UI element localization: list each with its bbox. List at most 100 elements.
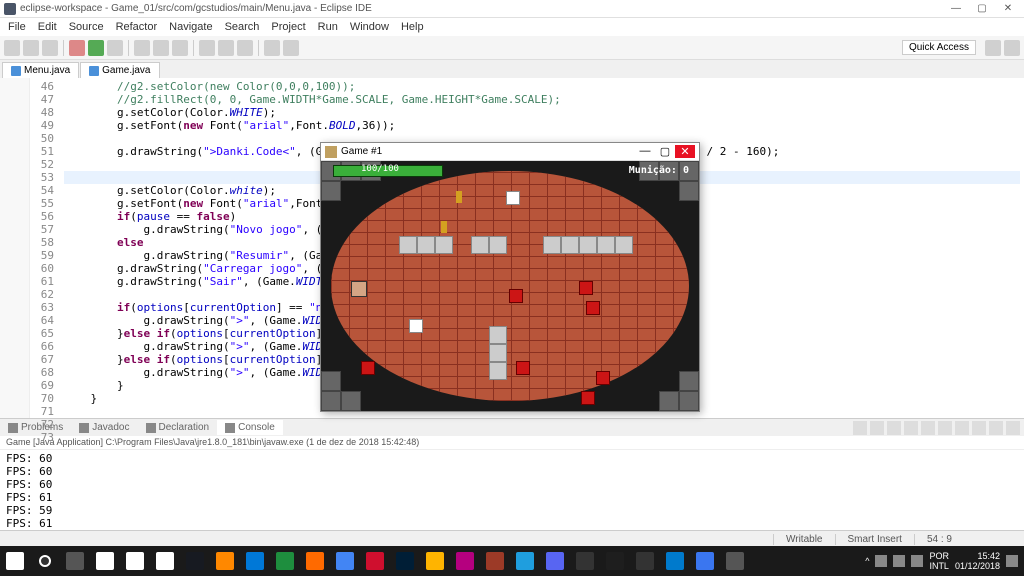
save-all-icon[interactable]: [42, 40, 58, 56]
open-console-icon[interactable]: [972, 421, 986, 435]
game-canvas[interactable]: 100/100 Munição: 0: [321, 161, 699, 411]
taskbar-app-10[interactable]: [390, 546, 420, 576]
tray-network-icon[interactable]: [911, 555, 923, 567]
open-type-icon[interactable]: [172, 40, 188, 56]
menu-help[interactable]: Help: [395, 19, 430, 35]
start-button[interactable]: [0, 546, 30, 576]
tab-game-java[interactable]: Game.java: [80, 62, 159, 78]
remove-launch-icon[interactable]: [870, 421, 884, 435]
taskbar-app-2[interactable]: [150, 546, 180, 576]
taskbar-app-6[interactable]: [270, 546, 300, 576]
separator: [63, 40, 64, 56]
window-controls: — ▢ ✕: [944, 2, 1020, 16]
tray-notifications-icon[interactable]: [1006, 555, 1018, 567]
taskbar-app-1[interactable]: [120, 546, 150, 576]
annotation-icon[interactable]: [237, 40, 253, 56]
maximize-button[interactable]: ▢: [970, 2, 994, 16]
taskbar-app-15[interactable]: [540, 546, 570, 576]
editor-tabs: Menu.java Game.java: [0, 60, 1024, 78]
taskbar-app-21[interactable]: [720, 546, 750, 576]
save-icon[interactable]: [23, 40, 39, 56]
menu-window[interactable]: Window: [344, 19, 395, 35]
maximize-icon[interactable]: [1006, 421, 1020, 435]
coverage-icon[interactable]: [107, 40, 123, 56]
javadoc-icon: [79, 423, 89, 433]
problems-icon: [8, 423, 18, 433]
new-class-icon[interactable]: [153, 40, 169, 56]
game-minimize-button[interactable]: —: [635, 145, 655, 158]
game-titlebar[interactable]: Game #1 — ▢ ✕: [321, 143, 699, 161]
enemy-sprite: [596, 371, 610, 385]
forward-icon[interactable]: [283, 40, 299, 56]
taskbar-app-20[interactable]: [690, 546, 720, 576]
tray-volume-icon[interactable]: [893, 555, 905, 567]
menu-project[interactable]: Project: [265, 19, 311, 35]
pin-console-icon[interactable]: [938, 421, 952, 435]
remove-all-icon[interactable]: [887, 421, 901, 435]
game-close-button[interactable]: ✕: [675, 145, 695, 158]
taskbar-app-13[interactable]: [480, 546, 510, 576]
taskbar-app-12[interactable]: [450, 546, 480, 576]
clear-console-icon[interactable]: [904, 421, 918, 435]
tray-language[interactable]: POR INTL: [929, 551, 949, 571]
taskbar-app-17[interactable]: [600, 546, 630, 576]
run-icon[interactable]: [88, 40, 104, 56]
toggle-mark-icon[interactable]: [218, 40, 234, 56]
game-window: Game #1 — ▢ ✕ 100/100 Munição: 0: [320, 142, 700, 412]
search-button[interactable]: [30, 546, 60, 576]
taskbar-app-5[interactable]: [240, 546, 270, 576]
taskbar-app-4[interactable]: [210, 546, 240, 576]
display-console-icon[interactable]: [955, 421, 969, 435]
taskbar-app-14[interactable]: [510, 546, 540, 576]
tab-console[interactable]: Console: [217, 420, 283, 435]
menu-navigate[interactable]: Navigate: [163, 19, 218, 35]
menu-run[interactable]: Run: [312, 19, 344, 35]
ammo-item: [456, 191, 462, 203]
tray-icon[interactable]: [875, 555, 887, 567]
task-view-button[interactable]: [60, 546, 90, 576]
menu-refactor[interactable]: Refactor: [110, 19, 164, 35]
taskbar-app-19[interactable]: [660, 546, 690, 576]
new-package-icon[interactable]: [134, 40, 150, 56]
debug-icon[interactable]: [69, 40, 85, 56]
tab-javadoc[interactable]: Javadoc: [71, 420, 137, 435]
minimize-icon[interactable]: [989, 421, 1003, 435]
tab-declaration[interactable]: Declaration: [138, 420, 218, 435]
game-maximize-button[interactable]: ▢: [655, 145, 675, 158]
perspective-java-icon[interactable]: [985, 40, 1001, 56]
minimize-button[interactable]: —: [944, 2, 968, 16]
tray-chevron-icon[interactable]: ^: [865, 556, 869, 566]
scroll-lock-icon[interactable]: [921, 421, 935, 435]
enemy-sprite: [586, 301, 600, 315]
search-icon[interactable]: [199, 40, 215, 56]
console-output[interactable]: FPS: 60FPS: 60FPS: 60FPS: 61FPS: 59FPS: …: [0, 450, 1024, 530]
taskbar-app-3[interactable]: [180, 546, 210, 576]
taskbar-app-16[interactable]: [570, 546, 600, 576]
close-button[interactable]: ✕: [996, 2, 1020, 16]
folding-ruler[interactable]: [0, 78, 30, 418]
taskbar-app-0[interactable]: [90, 546, 120, 576]
game-title: Game #1: [341, 146, 382, 157]
taskbar-app-11[interactable]: [420, 546, 450, 576]
terminate-icon[interactable]: [853, 421, 867, 435]
menu-edit[interactable]: Edit: [32, 19, 63, 35]
tray-clock[interactable]: 15:4201/12/2018: [955, 551, 1000, 571]
taskbar: ^ POR INTL 15:4201/12/2018: [0, 546, 1024, 576]
menu-search[interactable]: Search: [219, 19, 266, 35]
ammo-item: [441, 221, 447, 233]
enemy-sprite: [516, 361, 530, 375]
menubar: File Edit Source Refactor Navigate Searc…: [0, 18, 1024, 36]
taskbar-app-9[interactable]: [360, 546, 390, 576]
taskbar-app-18[interactable]: [630, 546, 660, 576]
back-icon[interactable]: [264, 40, 280, 56]
menu-file[interactable]: File: [2, 19, 32, 35]
separator: [128, 40, 129, 56]
taskbar-app-7[interactable]: [300, 546, 330, 576]
quick-access-input[interactable]: Quick Access: [902, 40, 976, 55]
tab-menu-java[interactable]: Menu.java: [2, 62, 79, 78]
new-icon[interactable]: [4, 40, 20, 56]
taskbar-app-8[interactable]: [330, 546, 360, 576]
system-tray[interactable]: ^ POR INTL 15:4201/12/2018: [859, 551, 1024, 571]
perspective-debug-icon[interactable]: [1004, 40, 1020, 56]
menu-source[interactable]: Source: [63, 19, 110, 35]
